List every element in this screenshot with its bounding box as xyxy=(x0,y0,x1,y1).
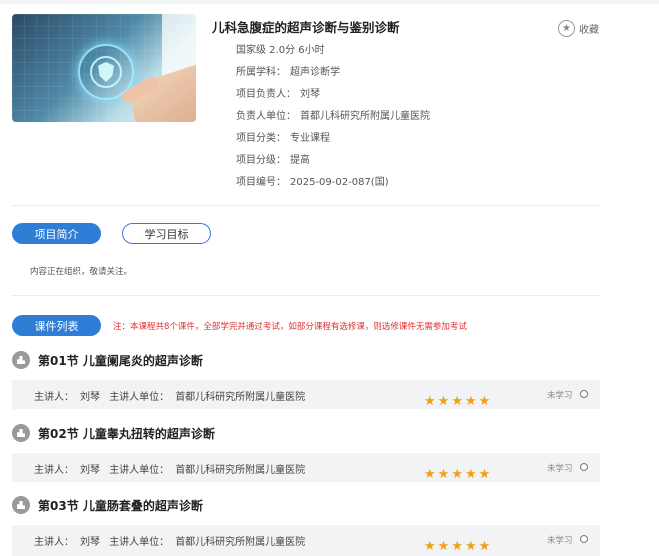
field-label: 项目分类： xyxy=(236,133,286,144)
course-credit: 国家级 2.0分 6小时 xyxy=(236,45,325,56)
lesson-title: 第03节 儿童肠套叠的超声诊断 xyxy=(38,498,203,513)
field-level: 项目分级： 提高 xyxy=(236,151,310,166)
favorite-button[interactable]: ★ 收藏 xyxy=(558,20,599,37)
course-note: 注：本课程共8个课件，全部学完并通过考试，如部分课程有选修课，则选修课件无需参加… xyxy=(113,322,467,332)
unit-name: 首都儿科研究所附属儿童医院 xyxy=(175,392,306,403)
field-value: 专业课程 xyxy=(290,133,330,144)
lesson-title: 第02节 儿童睾丸扭转的超声诊断 xyxy=(38,426,215,441)
status-radio[interactable] xyxy=(580,463,588,471)
field-code: 项目编号： 2025-09-02-087(国) xyxy=(236,173,389,188)
lesson-header[interactable]: 第02节 儿童睾丸扭转的超声诊断 xyxy=(12,424,215,442)
star-icon: ★ xyxy=(437,394,450,409)
building-icon xyxy=(12,496,30,514)
rating-stars: ★ ★ ★ ★ ★ xyxy=(424,395,490,408)
study-status: 未学习 xyxy=(547,536,573,546)
field-category: 项目分类： 专业课程 xyxy=(236,129,330,144)
field-leader: 项目负责人： 刘琴 xyxy=(236,85,320,100)
star-icon: ★ xyxy=(464,394,477,409)
lecturer-label: 主讲人： xyxy=(34,465,74,476)
intro-content: 内容正在组织，敬请关注。 xyxy=(30,267,133,277)
field-value: 刘琴 xyxy=(300,89,320,100)
field-leader-unit: 负责人单位： 首都儿科研究所附属儿童医院 xyxy=(236,107,430,122)
star-icon: ★ xyxy=(437,467,450,482)
lesson-header[interactable]: 第01节 儿童阑尾炎的超声诊断 xyxy=(12,351,203,369)
field-label: 项目负责人： xyxy=(236,89,296,100)
lecturer-label: 主讲人： xyxy=(34,392,74,403)
star-icon: ★ xyxy=(478,467,491,482)
lesson-row[interactable]: 主讲人： 刘琴 主讲人单位： 首都儿科研究所附属儿童医院 ★ ★ ★ ★ ★ 未学习 xyxy=(12,380,600,409)
lesson-info: 主讲人： 刘琴 主讲人单位： 首都儿科研究所附属儿童医院 xyxy=(34,533,311,548)
tab-goals[interactable]: 学习目标 xyxy=(122,223,211,244)
building-icon xyxy=(12,424,30,442)
study-status: 未学习 xyxy=(547,464,573,474)
lesson-header[interactable]: 第03节 儿童肠套叠的超声诊断 xyxy=(12,496,203,514)
unit-label: 主讲人单位： xyxy=(109,392,170,403)
rating-stars: ★ ★ ★ ★ ★ xyxy=(424,540,490,553)
field-subject: 所属学科： 超声诊断学 xyxy=(236,63,340,78)
lesson-info: 主讲人： 刘琴 主讲人单位： 首都儿科研究所附属儿童医院 xyxy=(34,388,311,403)
lecturer-name: 刘琴 xyxy=(80,392,100,403)
rating-stars: ★ ★ ★ ★ ★ xyxy=(424,468,490,481)
lecturer-name: 刘琴 xyxy=(80,537,100,548)
field-value: 超声诊断学 xyxy=(290,67,340,78)
field-value: 提高 xyxy=(290,155,310,166)
status-radio[interactable] xyxy=(580,535,588,543)
star-icon: ★ xyxy=(451,539,463,554)
star-icon: ★ xyxy=(478,394,491,409)
field-label: 所属学科： xyxy=(236,67,286,78)
lesson-title: 第01节 儿童阑尾炎的超声诊断 xyxy=(38,353,203,368)
study-status: 未学习 xyxy=(547,391,573,401)
status-radio[interactable] xyxy=(580,390,588,398)
unit-name: 首都儿科研究所附属儿童医院 xyxy=(175,537,306,548)
star-icon: ★ xyxy=(558,20,575,37)
star-icon: ★ xyxy=(437,539,450,554)
field-value: 2025-09-02-087(国) xyxy=(290,177,389,188)
star-icon: ★ xyxy=(478,539,491,554)
star-icon: ★ xyxy=(451,467,463,482)
course-thumbnail xyxy=(12,14,196,122)
unit-label: 主讲人单位： xyxy=(109,465,170,476)
divider xyxy=(12,295,600,296)
star-icon: ★ xyxy=(424,467,436,482)
star-icon: ★ xyxy=(464,539,477,554)
divider xyxy=(12,205,600,206)
star-icon: ★ xyxy=(424,394,436,409)
field-label: 负责人单位： xyxy=(236,111,296,122)
course-title: 儿科急腹症的超声诊断与鉴别诊断 xyxy=(212,20,400,35)
unit-label: 主讲人单位： xyxy=(109,537,170,548)
tab-course-list[interactable]: 课件列表 xyxy=(12,315,101,336)
favorite-label: 收藏 xyxy=(579,25,599,36)
field-value: 首都儿科研究所附属儿童医院 xyxy=(300,111,430,122)
lesson-info: 主讲人： 刘琴 主讲人单位： 首都儿科研究所附属儿童医院 xyxy=(34,461,311,476)
top-strip xyxy=(0,0,659,4)
lecturer-name: 刘琴 xyxy=(80,465,100,476)
star-icon: ★ xyxy=(464,467,477,482)
star-icon: ★ xyxy=(451,394,463,409)
field-label: 项目编号： xyxy=(236,177,286,188)
unit-name: 首都儿科研究所附属儿童医院 xyxy=(175,465,306,476)
lesson-row[interactable]: 主讲人： 刘琴 主讲人单位： 首都儿科研究所附属儿童医院 ★ ★ ★ ★ ★ 未学习 xyxy=(12,525,600,556)
lecturer-label: 主讲人： xyxy=(34,537,74,548)
building-icon xyxy=(12,351,30,369)
tab-intro[interactable]: 项目简介 xyxy=(12,223,101,244)
lesson-row[interactable]: 主讲人： 刘琴 主讲人单位： 首都儿科研究所附属儿童医院 ★ ★ ★ ★ ★ 未学习 xyxy=(12,453,600,482)
star-icon: ★ xyxy=(424,539,436,554)
field-label: 项目分级： xyxy=(236,155,286,166)
